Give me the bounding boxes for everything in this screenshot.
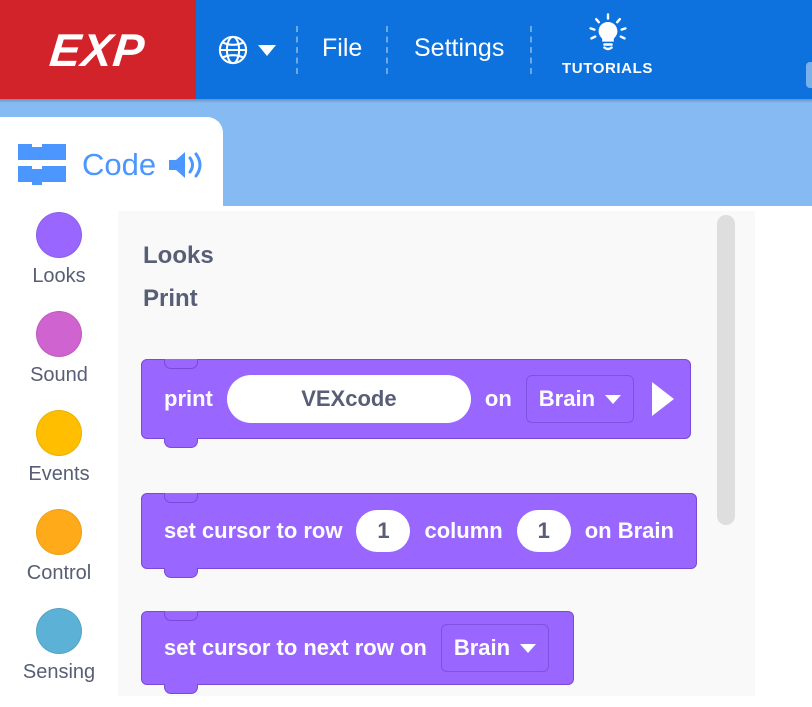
header-shadow xyxy=(0,99,812,103)
looks-color-dot xyxy=(36,212,82,258)
tab-code-label: Code xyxy=(82,146,157,182)
next-row-device-value: Brain xyxy=(453,635,511,660)
set-cursor-column-label: column xyxy=(424,518,503,543)
palette-scrollbar-thumb[interactable] xyxy=(717,215,735,525)
menu-file[interactable]: File xyxy=(322,34,362,63)
header-divider-1 xyxy=(296,26,298,74)
sidebar-item-label: Sensing xyxy=(22,661,96,683)
chevron-down-icon xyxy=(258,44,276,56)
sensing-color-dot xyxy=(36,608,82,654)
tutorials-button[interactable]: TUTORIALS xyxy=(551,12,664,77)
block-print-label: print xyxy=(164,386,213,411)
next-row-label: set cursor to next row on xyxy=(164,635,427,660)
sidebar-item-sensing[interactable]: Sensing xyxy=(0,608,118,707)
print-device-value: Brain xyxy=(538,386,596,411)
menu-settings[interactable]: Settings xyxy=(414,34,504,63)
header-overflow-control[interactable] xyxy=(806,62,812,88)
chevron-down-icon xyxy=(605,394,622,404)
block-set-cursor-row-column[interactable]: set cursor to row 1 column 1 on Brain xyxy=(141,493,697,578)
events-color-dot xyxy=(36,410,82,456)
sidebar-item-control[interactable]: Control xyxy=(0,509,118,608)
lightbulb-icon xyxy=(588,13,627,51)
next-row-device-dropdown[interactable]: Brain xyxy=(440,624,550,672)
tab-code[interactable]: Code xyxy=(0,117,223,212)
print-device-dropdown[interactable]: Brain xyxy=(525,375,635,423)
tutorials-label: TUTORIALS xyxy=(562,60,653,77)
set-cursor-column-input[interactable]: 1 xyxy=(516,510,571,552)
block-print-on-label: on xyxy=(484,386,512,411)
blocks-icon xyxy=(18,143,66,185)
play-icon[interactable] xyxy=(652,382,675,416)
globe-icon xyxy=(218,35,248,65)
palette-category-heading: Looks xyxy=(143,242,214,269)
category-sidebar: Looks Sound Events Control Sensing xyxy=(0,212,118,696)
sidebar-item-label: Sound xyxy=(30,364,88,386)
sidebar-item-looks[interactable]: Looks xyxy=(0,212,118,311)
chevron-down-icon xyxy=(520,643,537,653)
sidebar-item-events[interactable]: Events xyxy=(0,410,118,509)
language-selector[interactable] xyxy=(218,30,276,70)
block-palette: Looks Print print VEXcode on Brain set c… xyxy=(118,211,755,696)
sound-color-dot xyxy=(36,311,82,357)
block-print[interactable]: print VEXcode on Brain xyxy=(141,359,692,448)
header-divider-2 xyxy=(386,26,388,74)
palette-scrollbar-track[interactable] xyxy=(717,211,747,696)
sidebar-item-sound[interactable]: Sound xyxy=(0,311,118,410)
print-text-input[interactable]: VEXcode xyxy=(226,375,471,423)
speaker-icon[interactable] xyxy=(166,148,206,182)
control-color-dot xyxy=(36,509,82,555)
brand-logo[interactable]: EXP xyxy=(0,0,196,99)
sidebar-item-label: Looks xyxy=(32,265,86,287)
palette-section-heading: Print xyxy=(143,285,198,312)
set-cursor-device-label: on Brain xyxy=(584,518,674,543)
set-cursor-row-label: set cursor to row xyxy=(164,518,343,543)
sidebar-item-label: Control xyxy=(26,562,92,584)
set-cursor-row-input[interactable]: 1 xyxy=(356,510,411,552)
app-header: EXP File Settings TUTORIALS xyxy=(0,0,812,99)
header-divider-3 xyxy=(530,26,532,74)
brand-logo-text: EXP xyxy=(47,23,149,76)
block-set-cursor-next-row[interactable]: set cursor to next row on Brain xyxy=(141,611,575,694)
sidebar-item-label: Events xyxy=(28,463,90,485)
